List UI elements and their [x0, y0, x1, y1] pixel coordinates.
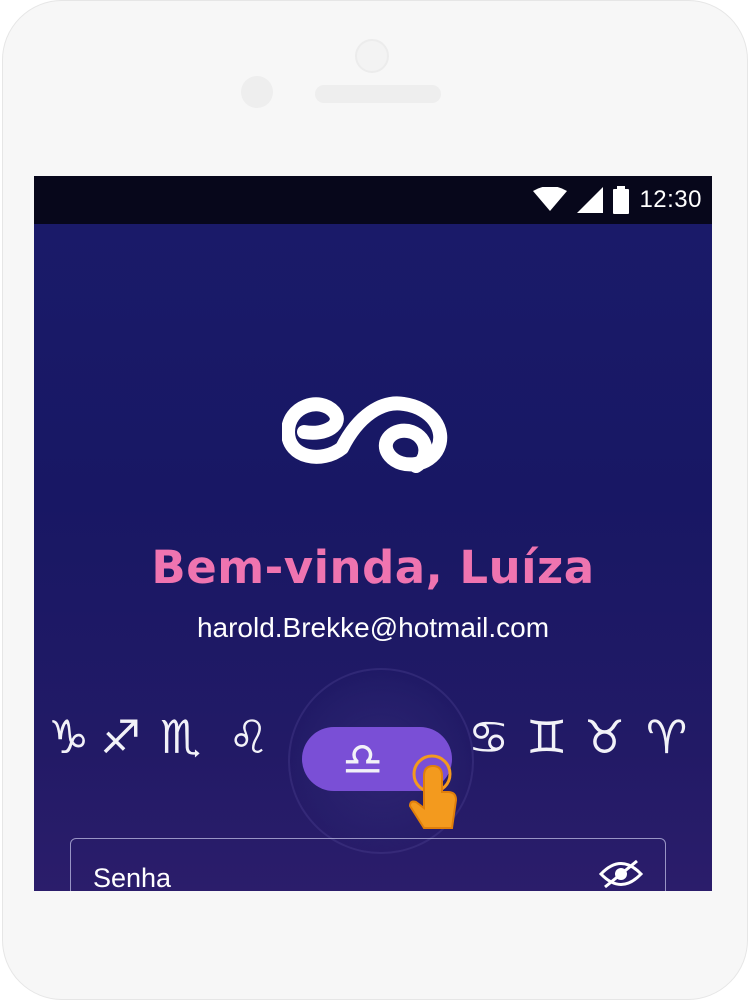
zodiac-cancer[interactable]: ♋ — [468, 714, 509, 760]
zodiac-capricorn[interactable]: ♑ — [48, 714, 89, 760]
zodiac-aries[interactable]: ♈ — [646, 714, 687, 760]
welcome-title: Bem-vinda, Luíza — [151, 541, 595, 594]
password-field[interactable]: Senha — [70, 838, 666, 891]
brand-logo-icon — [282, 396, 448, 473]
sensor-dot — [355, 39, 389, 73]
zodiac-leo[interactable]: ♌ — [228, 714, 269, 760]
cellular-signal-icon — [577, 187, 604, 213]
earpiece-speaker — [315, 85, 441, 103]
password-label: Senha — [93, 863, 172, 891]
tap-hand-icon — [408, 754, 458, 829]
zodiac-libra: ♎ — [342, 732, 384, 786]
status-bar: 12:30 — [34, 176, 712, 224]
status-time: 12:30 — [639, 186, 702, 213]
battery-icon — [613, 186, 630, 214]
status-icons: 12:30 — [533, 176, 702, 224]
front-camera — [241, 76, 273, 108]
account-email: harold.Brekke@hotmail.com — [196, 612, 550, 643]
zodiac-taurus[interactable]: ♉ — [584, 714, 625, 760]
zodiac-gemini[interactable]: ♊ — [526, 714, 567, 760]
app-screen: 12:30 Bem-vinda, Luíza harold.Brekke@hot… — [34, 176, 712, 891]
wifi-icon — [533, 187, 568, 211]
eye-off-icon[interactable] — [599, 857, 643, 891]
zodiac-sagittarius[interactable]: ♐ — [100, 714, 141, 760]
zodiac-scorpio[interactable]: ♏ — [160, 714, 201, 760]
